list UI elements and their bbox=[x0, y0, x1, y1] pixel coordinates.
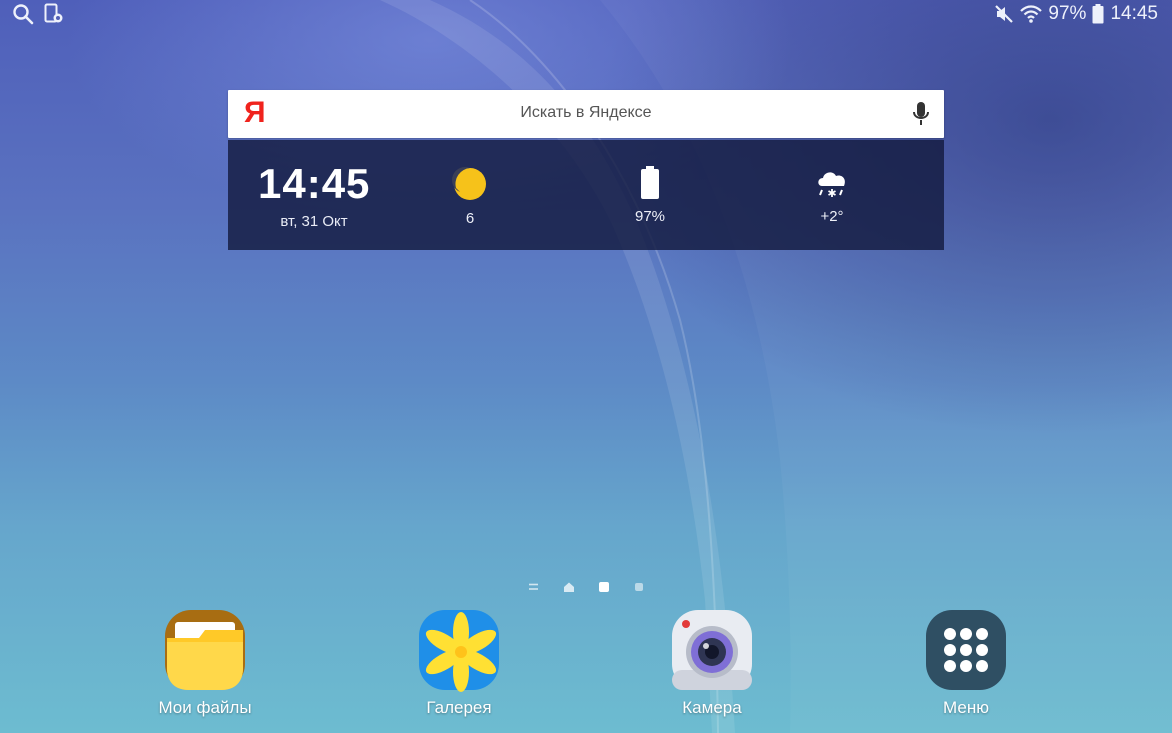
battery-icon bbox=[1092, 4, 1104, 24]
dock-label: Меню bbox=[943, 698, 989, 717]
page-indicator-list[interactable] bbox=[529, 583, 538, 590]
dock-label: Галерея bbox=[426, 698, 492, 717]
weather-value: +2° bbox=[820, 208, 844, 225]
page-indicator-home-icon[interactable] bbox=[564, 582, 574, 593]
dock-app-menu[interactable]: Меню bbox=[876, 608, 1056, 718]
battery-icon bbox=[610, 166, 690, 200]
widget-weather[interactable]: +2° bbox=[792, 166, 872, 225]
search-placeholder: Искать в Яндексе bbox=[520, 104, 652, 121]
mute-icon bbox=[994, 4, 1014, 24]
search-icon bbox=[12, 3, 34, 25]
yandex-informer-widget[interactable]: 14:45 вт, 31 Окт 6 97% +2° bbox=[228, 140, 944, 250]
status-bar: 97% 14:45 bbox=[0, 0, 1172, 30]
dock-app-my-files[interactable]: Мои файлы bbox=[115, 608, 295, 718]
traffic-value: 6 bbox=[465, 210, 475, 227]
screen-record-icon bbox=[44, 3, 64, 25]
folder-icon[interactable] bbox=[163, 608, 247, 692]
traffic-icon bbox=[430, 166, 510, 202]
widget-battery[interactable]: 97% bbox=[610, 166, 690, 225]
wifi-icon bbox=[1020, 4, 1043, 24]
page-indicator-page[interactable] bbox=[635, 583, 643, 591]
status-right-icons: 97% 14:45 bbox=[994, 3, 1158, 25]
battery-percent: 97% bbox=[1048, 3, 1087, 24]
dock-app-camera[interactable]: Камера bbox=[622, 608, 802, 718]
widget-clock[interactable]: 14:45 bbox=[258, 160, 370, 208]
dock-app-gallery[interactable]: Галерея bbox=[369, 608, 549, 718]
yandex-search-bar[interactable]: Я Искать в Яндексе bbox=[228, 90, 944, 138]
status-time: 14:45 bbox=[1110, 3, 1158, 24]
gallery-flower-icon[interactable] bbox=[417, 608, 501, 692]
mic-icon[interactable] bbox=[912, 101, 930, 132]
snow-cloud-icon bbox=[792, 166, 872, 200]
page-indicator-active[interactable] bbox=[599, 582, 609, 592]
widget-traffic[interactable]: 6 bbox=[430, 166, 510, 227]
dock-label: Мои файлы bbox=[158, 698, 252, 717]
widget-date: вт, 31 Окт bbox=[280, 213, 348, 230]
status-left-icons bbox=[12, 3, 64, 25]
battery-value: 97% bbox=[634, 208, 666, 225]
camera-icon[interactable] bbox=[670, 608, 754, 692]
dock-label: Камера bbox=[682, 698, 742, 717]
page-indicator[interactable] bbox=[524, 580, 648, 594]
apps-grid-icon[interactable] bbox=[924, 608, 1008, 692]
